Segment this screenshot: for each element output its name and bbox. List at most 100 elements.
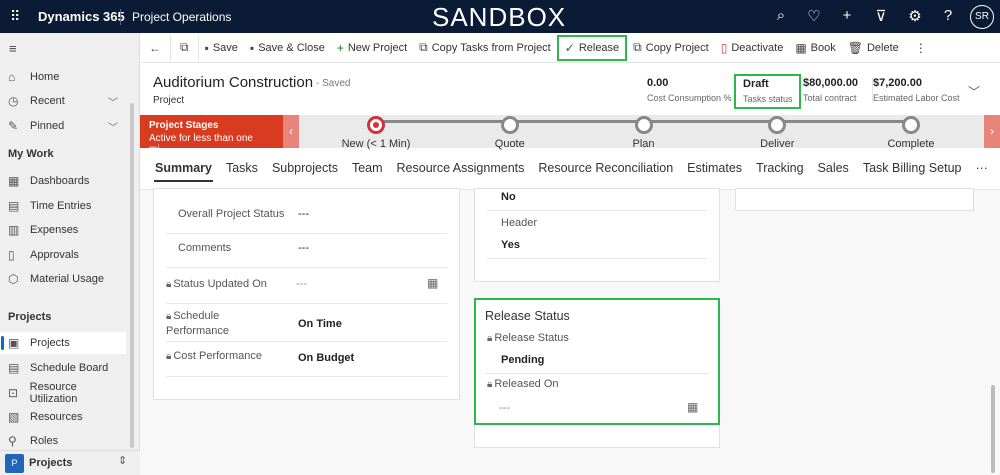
- business-process-flow: Project Stages Active for less than one …: [140, 115, 1000, 155]
- stage-quote[interactable]: Quote: [450, 116, 570, 150]
- help-icon[interactable]: ?: [938, 7, 958, 24]
- deactivate-button[interactable]: ▯ Deactivate: [715, 35, 790, 61]
- sidebar-item-home[interactable]: ⌂ Home: [0, 66, 126, 88]
- sidebar-item-recent[interactable]: ◷ Recent ﹀: [0, 90, 126, 112]
- label: Tasks status: [743, 94, 793, 104]
- status-card: Overall Project Status --- Comments --- …: [153, 188, 460, 400]
- tab-summary[interactable]: Summary: [148, 148, 219, 190]
- clock-icon: ◷: [8, 94, 19, 108]
- sidebar-item-roles[interactable]: ⚲ Roles: [0, 430, 126, 452]
- tab-resource-reconciliation[interactable]: Resource Reconciliation: [531, 148, 680, 190]
- field-header: Header Yes: [487, 211, 707, 259]
- tab-tasks[interactable]: Tasks: [219, 148, 265, 190]
- search-icon[interactable]: ⌕: [771, 7, 791, 24]
- dashboard-icon: ▦: [8, 174, 20, 188]
- label: Estimated Labor Cost: [873, 93, 960, 103]
- label: Recent: [30, 95, 65, 107]
- gear-icon[interactable]: ⚙: [905, 7, 925, 25]
- area-switcher[interactable]: P Projects ⇕: [0, 450, 140, 475]
- value[interactable]: ---: [298, 242, 309, 254]
- plus-icon[interactable]: +: [837, 7, 857, 24]
- kpi-total-contract: $80,000.00 Total contract: [803, 77, 858, 103]
- sidebar-item-schedule-board[interactable]: ▤ Schedule Board: [0, 357, 126, 379]
- label: Release Status: [494, 332, 569, 344]
- tab-sales[interactable]: Sales: [811, 148, 856, 190]
- sidebar-item-approvals[interactable]: ▯ Approvals: [0, 244, 126, 266]
- lock-icon: 🔒︎: [487, 333, 493, 344]
- save-close-icon: ▪: [249, 40, 255, 55]
- section-my-work: My Work: [8, 148, 54, 160]
- calendar-icon[interactable]: ▦: [687, 400, 698, 414]
- label: Roles: [30, 435, 59, 447]
- field-comments: Comments ---: [166, 234, 447, 268]
- book-button[interactable]: ▦ Book: [789, 35, 841, 61]
- sidebar-scrollbar[interactable]: [130, 103, 134, 448]
- back-button[interactable]: ←: [140, 34, 171, 61]
- filter-icon[interactable]: ⊽: [871, 7, 891, 25]
- field-top: No: [487, 189, 707, 211]
- field-status-updated-on: 🔒︎ Status Updated On --- ▦: [166, 268, 447, 304]
- stage-deliver[interactable]: Deliver: [717, 116, 837, 150]
- sidebar-item-expenses[interactable]: ▥ Expenses: [0, 219, 126, 241]
- label: Dashboards: [30, 175, 90, 187]
- label: Released On: [494, 378, 559, 390]
- stage-complete[interactable]: Complete: [851, 116, 971, 150]
- brand[interactable]: Dynamics 365: [38, 9, 125, 24]
- save-status: - Saved: [316, 78, 351, 89]
- user-avatar[interactable]: SR: [970, 5, 994, 29]
- tab-task-billing-setup[interactable]: Task Billing Setup: [856, 148, 969, 190]
- active-stage-icon: [367, 116, 385, 134]
- label: Resources: [30, 411, 83, 423]
- new-project-button[interactable]: + New Project: [331, 35, 413, 61]
- chevron-right-icon[interactable]: ›: [984, 115, 1000, 148]
- area-label: Projects: [29, 457, 73, 469]
- sidebar-item-resources[interactable]: ▧ Resources: [0, 406, 126, 428]
- tab-team[interactable]: Team: [345, 148, 390, 190]
- calendar-icon[interactable]: ▦: [427, 276, 438, 290]
- release-button[interactable]: ✓ Release: [556, 34, 628, 61]
- copy-tasks-button[interactable]: ⧉ Copy Tasks from Project: [413, 35, 557, 61]
- stage-plan[interactable]: Plan: [584, 116, 704, 150]
- more-tabs-button[interactable]: ···: [968, 148, 995, 190]
- sidebar-item-material-usage[interactable]: ⬡ Material Usage: [0, 268, 126, 290]
- lightbulb-icon[interactable]: ♡: [804, 7, 824, 25]
- main-scrollbar[interactable]: [991, 385, 995, 473]
- app-launcher-icon[interactable]: ⠿: [10, 8, 20, 25]
- copy-project-button[interactable]: ⧉ Copy Project: [627, 35, 715, 61]
- label: Overall Project Status: [178, 208, 285, 220]
- value: No: [501, 191, 516, 203]
- more-commands-button[interactable]: ⋮: [905, 35, 937, 61]
- save-button[interactable]: ▪ Save: [199, 35, 244, 61]
- app-name[interactable]: Project Operations: [132, 10, 231, 24]
- back-arrow-icon: ←: [149, 40, 161, 55]
- expand-header-chevron-icon[interactable]: ﹀: [968, 83, 980, 100]
- chevron-down-icon: ﹀: [108, 97, 118, 109]
- tab-tracking[interactable]: Tracking: [749, 148, 810, 190]
- stage-header[interactable]: Project Stages Active for less than one …: [140, 115, 283, 155]
- trash-icon: 🗑︎: [847, 40, 863, 55]
- sidebar-item-resource-utilization[interactable]: ⊡ Resource Utilization: [0, 381, 126, 405]
- sidebar-item-time-entries[interactable]: ▤ Time Entries: [0, 195, 126, 217]
- tab-estimates[interactable]: Estimates: [680, 148, 749, 190]
- open-new-window-button[interactable]: ⧉: [171, 34, 199, 61]
- checkmark-icon: ✓: [564, 40, 575, 55]
- sidebar-item-pinned[interactable]: ✎ Pinned ﹀: [0, 115, 126, 137]
- tab-resource-assignments[interactable]: Resource Assignments: [390, 148, 532, 190]
- value[interactable]: ---: [298, 208, 309, 220]
- record-title: Auditorium Construction: [153, 74, 314, 91]
- field-schedule-performance: 🔒︎ Schedule Performance On Time: [166, 304, 447, 342]
- lock-icon: 🔒︎: [166, 311, 172, 322]
- sidebar-item-dashboards[interactable]: ▦ Dashboards: [0, 170, 126, 192]
- value: Yes: [501, 239, 520, 251]
- delete-button[interactable]: 🗑︎ Delete: [842, 35, 905, 61]
- deactivate-icon: ▯: [720, 40, 728, 55]
- stage-new[interactable]: New (< 1 Min): [316, 116, 436, 150]
- sidebar-item-projects[interactable]: ▣ Projects: [0, 332, 126, 354]
- label: Expenses: [30, 224, 79, 236]
- label: Schedule Board: [30, 362, 109, 374]
- save-close-button[interactable]: ▪ Save & Close: [244, 35, 331, 61]
- label: Book: [810, 41, 836, 54]
- chevron-left-icon[interactable]: ‹: [283, 115, 299, 148]
- tab-subprojects[interactable]: Subprojects: [265, 148, 345, 190]
- hamburger-icon[interactable]: ≡: [9, 41, 17, 56]
